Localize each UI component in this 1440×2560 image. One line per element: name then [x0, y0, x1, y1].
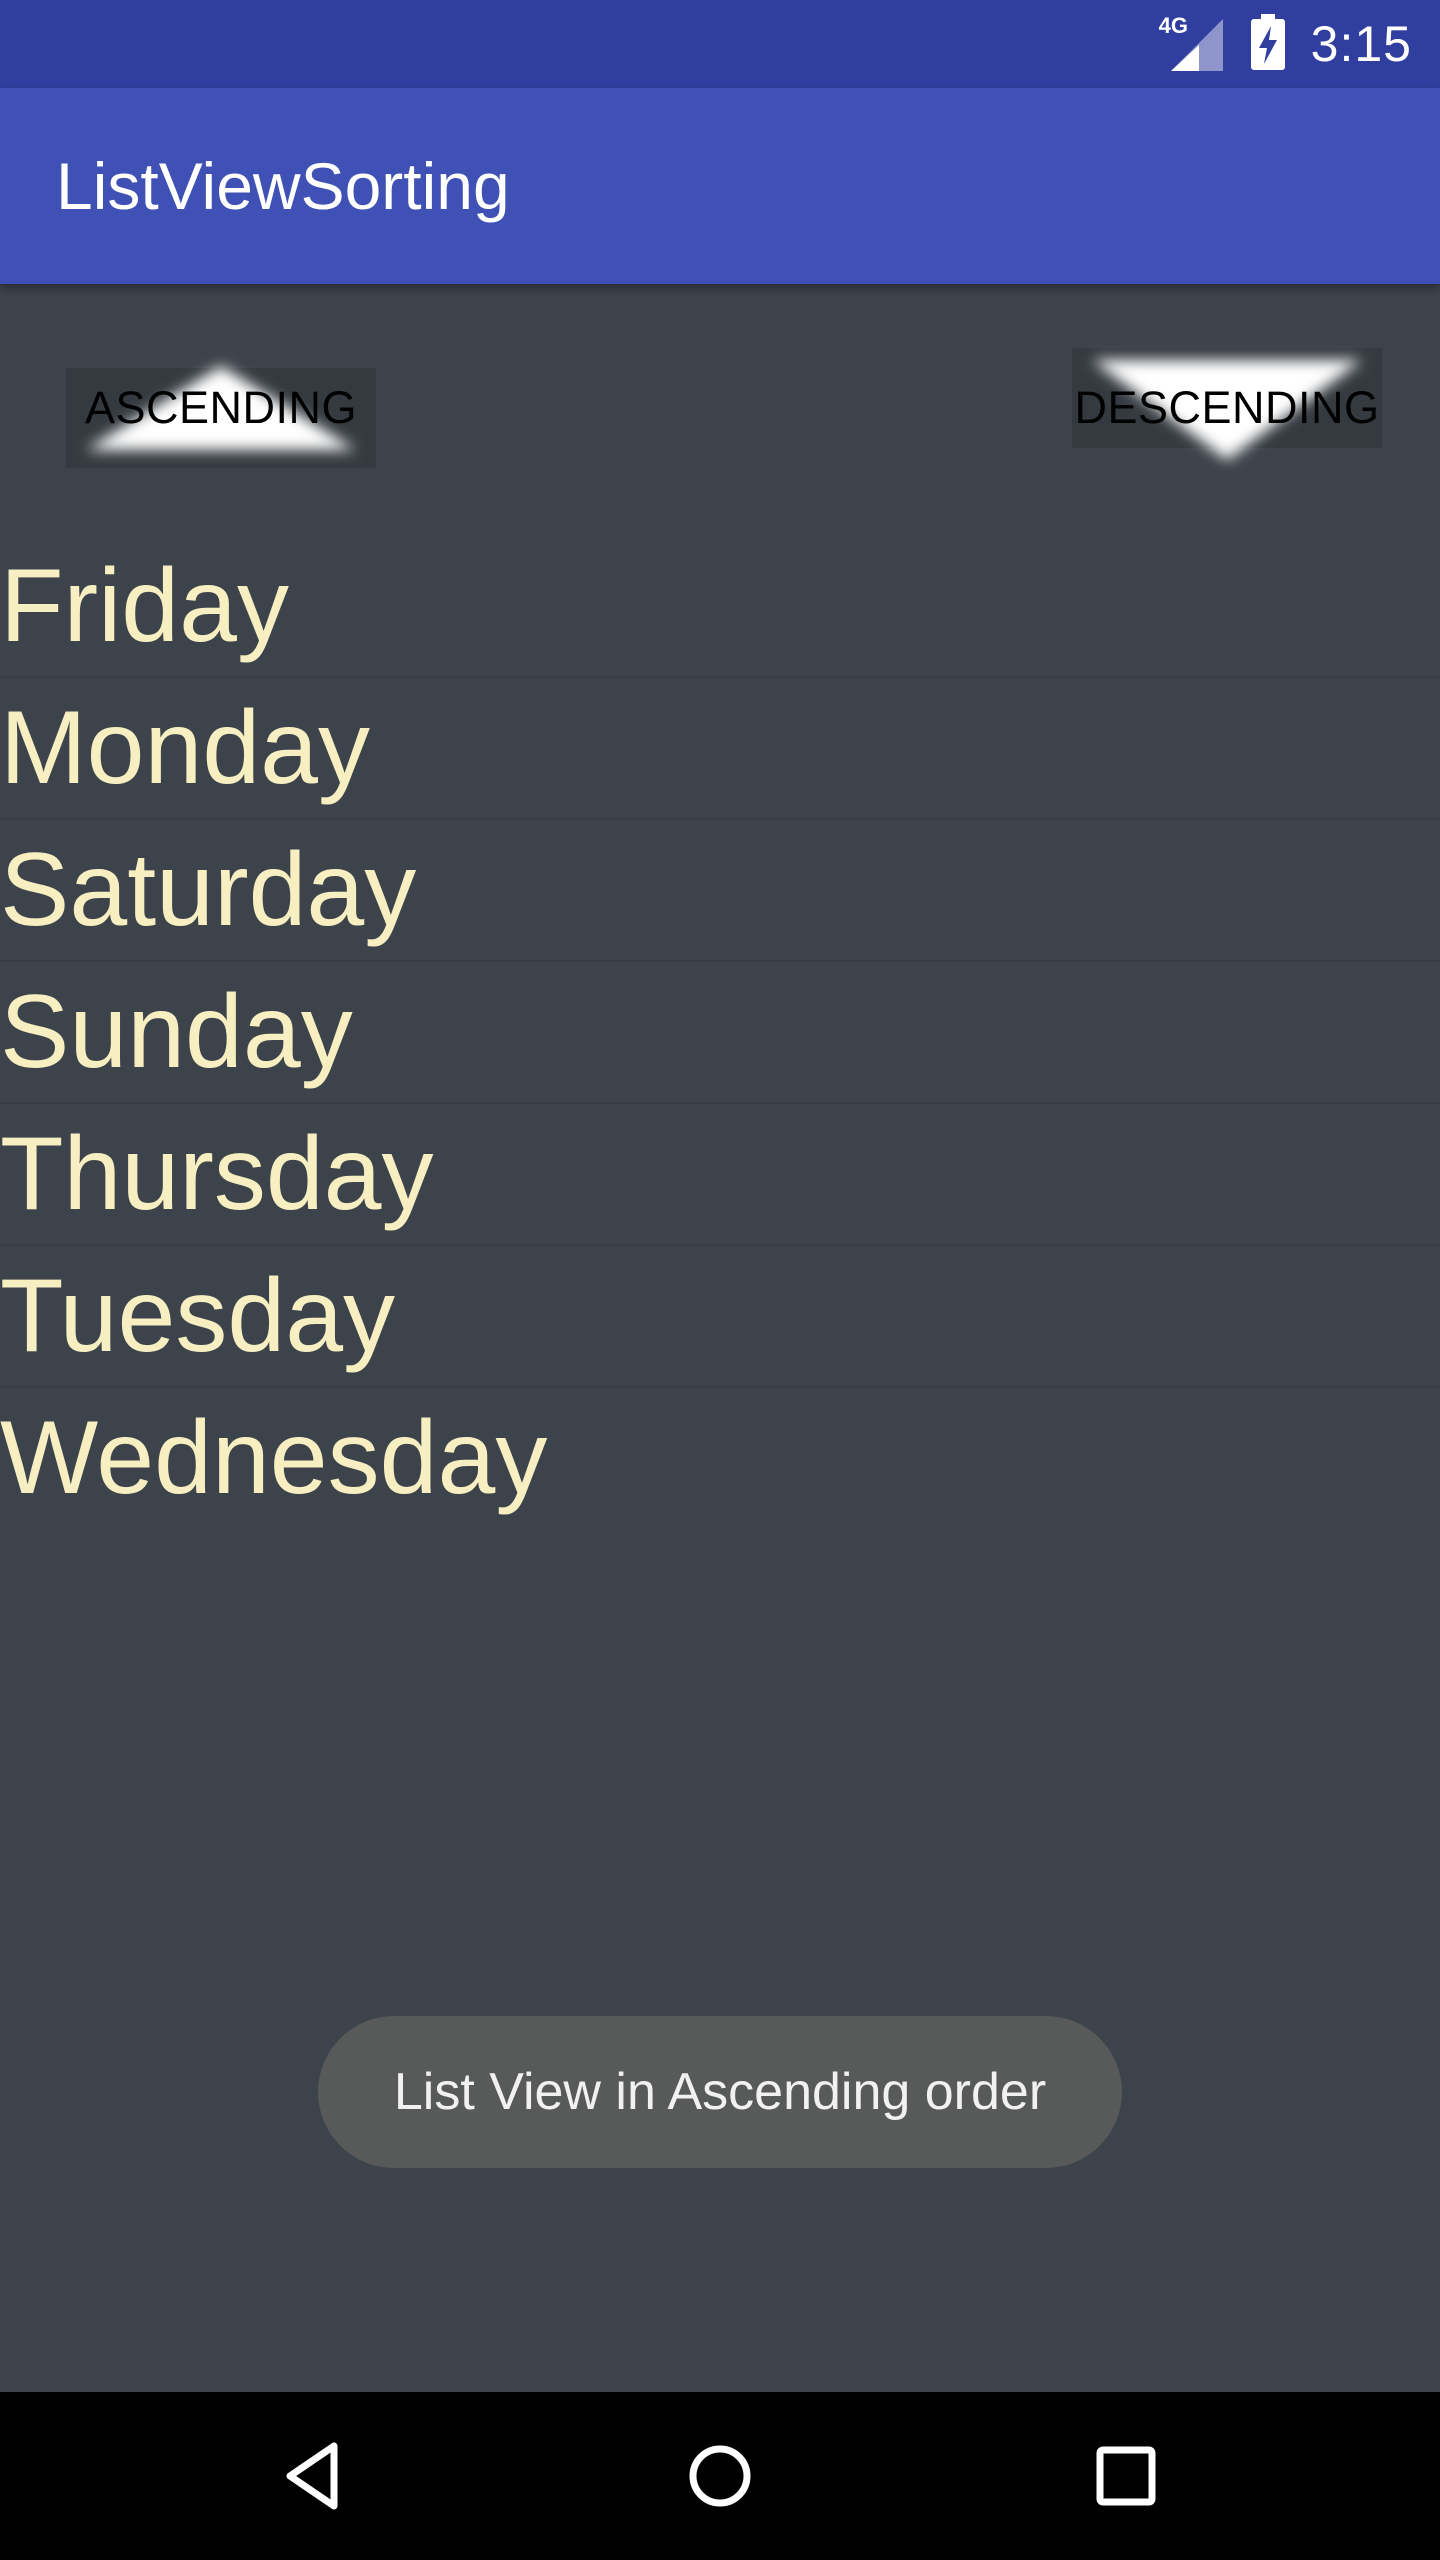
ascending-label: ASCENDING: [84, 382, 358, 433]
status-icons: 4G 3:15: [1159, 0, 1412, 88]
list-item[interactable]: Thursday: [0, 1104, 1440, 1246]
list-item[interactable]: Wednesday: [0, 1388, 1440, 1530]
recents-icon[interactable]: [1086, 2436, 1166, 2516]
list-item[interactable]: Monday: [0, 678, 1440, 820]
signal-icon: 4G: [1159, 13, 1225, 73]
list-item[interactable]: Sunday: [0, 962, 1440, 1104]
list-item[interactable]: Saturday: [0, 820, 1440, 962]
navigation-bar: [0, 2392, 1440, 2560]
home-icon[interactable]: [680, 2436, 760, 2516]
app-bar: ListViewSorting: [0, 88, 1440, 284]
status-time: 3:15: [1310, 16, 1412, 72]
descending-button[interactable]: DESCENDING: [1072, 338, 1382, 478]
list-item[interactable]: Tuesday: [0, 1246, 1440, 1388]
app-title: ListViewSorting: [56, 149, 510, 223]
descending-label: DESCENDING: [1074, 382, 1380, 433]
status-bar: 4G 3:15: [0, 0, 1440, 88]
toast-message: List View in Ascending order: [318, 2016, 1122, 2168]
back-icon[interactable]: [276, 2436, 356, 2516]
day-list[interactable]: Friday Monday Saturday Sunday Thursday T…: [0, 536, 1440, 1530]
ascending-button[interactable]: ASCENDING: [66, 338, 376, 478]
list-item[interactable]: Friday: [0, 536, 1440, 678]
battery-charging-icon: [1250, 13, 1285, 75]
